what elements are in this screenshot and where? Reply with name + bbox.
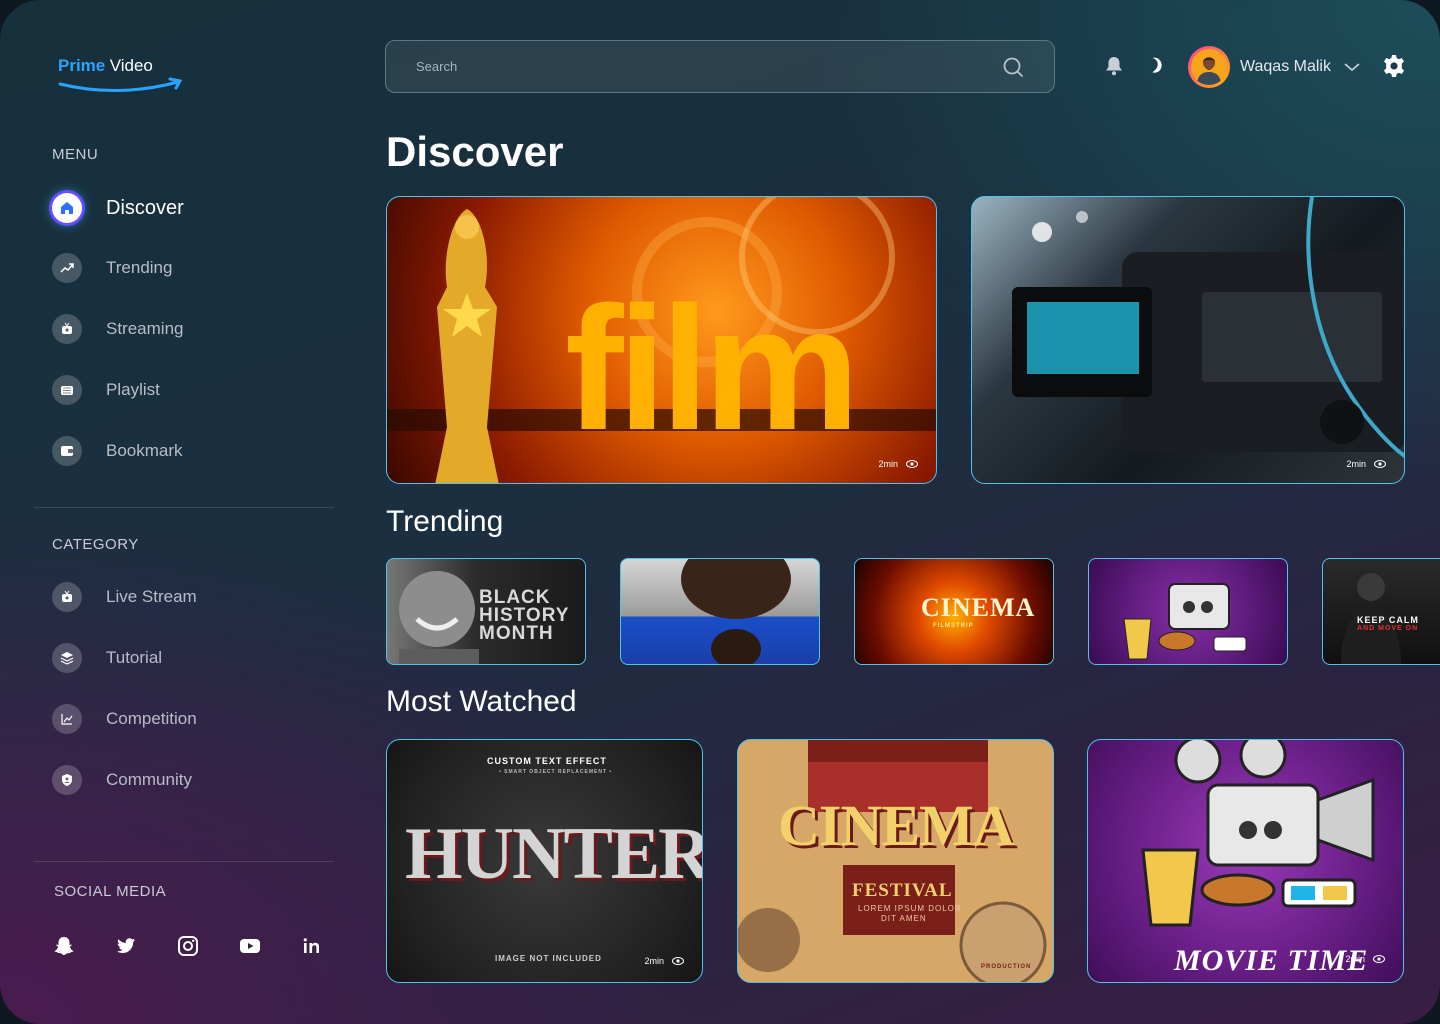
category-section-title: CATEGORY bbox=[52, 536, 139, 553]
user-menu[interactable]: Waqas Malik bbox=[1188, 46, 1361, 88]
card-subtitle-text: FESTIVAL bbox=[852, 880, 953, 901]
eye-icon bbox=[1373, 955, 1385, 963]
card-top-subtext: • SMART OBJECT REPLACEMENT • bbox=[499, 769, 613, 775]
bell-icon[interactable] bbox=[1102, 54, 1126, 78]
trending-text: BLACK HISTORY MONTH bbox=[479, 587, 570, 644]
most-watched-card-hunters[interactable]: CUSTOM TEXT EFFECT • SMART OBJECT REPLAC… bbox=[386, 739, 703, 983]
trending-card-movie-time[interactable] bbox=[1088, 558, 1288, 665]
trending-card-portrait[interactable] bbox=[620, 558, 820, 665]
card-title-text: CINEMA bbox=[778, 793, 1015, 858]
search-icon[interactable] bbox=[1002, 56, 1024, 78]
app-window: Prime Video MENU Discover Trending Strea… bbox=[0, 0, 1440, 1024]
sidebar-item-label: Competition bbox=[106, 709, 197, 728]
hero-card-camera[interactable]: 2min bbox=[971, 196, 1405, 484]
trending-projector-artwork bbox=[1123, 583, 1247, 660]
home-icon bbox=[52, 193, 82, 223]
trending-subtext: FILMSTRIP bbox=[933, 623, 974, 629]
sidebar-item-trending[interactable]: Trending bbox=[52, 253, 172, 283]
card-badge-text: PRODUCTION bbox=[981, 964, 1032, 970]
community-icon bbox=[52, 765, 82, 795]
card-meta: 2min bbox=[1345, 954, 1385, 964]
most-watched-card-cinema-festival[interactable]: CINEMA FESTIVAL LOREM IPSUM DOLOR DIT AM… bbox=[737, 739, 1054, 983]
logo-prime-text: Prime bbox=[58, 56, 106, 75]
chevron-down-icon[interactable] bbox=[1343, 61, 1361, 73]
duration-text: 2min bbox=[1346, 459, 1366, 469]
sidebar-item-discover[interactable]: Discover bbox=[52, 193, 184, 223]
linkedin-icon[interactable] bbox=[300, 934, 324, 958]
snapchat-icon[interactable] bbox=[52, 934, 76, 958]
youtube-icon[interactable] bbox=[238, 934, 262, 958]
sidebar-divider bbox=[34, 507, 334, 508]
eye-icon bbox=[672, 957, 684, 965]
trending-text: CINEMA bbox=[921, 593, 1036, 622]
sidebar-item-community[interactable]: Community bbox=[52, 765, 192, 795]
trending-text: KEEP CALM bbox=[1357, 615, 1419, 625]
trending-card-black-history[interactable]: BLACK HISTORY MONTH bbox=[386, 558, 586, 665]
card-desc-text: LOREM IPSUM DOLOR bbox=[858, 904, 962, 913]
trending-subtext: AND MOVE ON bbox=[1357, 625, 1419, 632]
sidebar-divider bbox=[34, 861, 334, 862]
bookmark-icon bbox=[52, 436, 82, 466]
card-bottom-text: IMAGE NOT INCLUDED bbox=[495, 954, 602, 963]
card-desc-text-2: DIT AMEN bbox=[881, 914, 927, 923]
sidebar-item-label: Bookmark bbox=[106, 441, 183, 460]
card-top-text: CUSTOM TEXT EFFECT bbox=[487, 756, 607, 766]
card-title-text: HUNTERS bbox=[405, 813, 702, 895]
streaming-icon bbox=[52, 314, 82, 344]
prime-video-logo[interactable]: Prime Video bbox=[58, 56, 188, 96]
hero-meta: 2min bbox=[1346, 459, 1386, 469]
amazon-smile-icon bbox=[58, 77, 183, 93]
menu-section-title: MENU bbox=[52, 146, 99, 163]
social-links bbox=[52, 934, 324, 958]
sidebar-item-label: Streaming bbox=[106, 319, 184, 338]
trending-card-keep-calm[interactable]: KEEP CALM AND MOVE ON bbox=[1322, 558, 1440, 665]
social-section-title: SOCIAL MEDIA bbox=[54, 883, 167, 900]
hero-film-text: film bbox=[565, 271, 860, 467]
sidebar-item-streaming[interactable]: Streaming bbox=[52, 314, 183, 344]
search-bar[interactable] bbox=[385, 40, 1055, 93]
avatar bbox=[1188, 46, 1230, 88]
duration-text: 2min bbox=[878, 459, 898, 469]
trending-face-artwork bbox=[681, 559, 791, 664]
sidebar-item-playlist[interactable]: Playlist bbox=[52, 375, 160, 405]
eye-icon bbox=[906, 460, 918, 468]
cinema-festival-artwork bbox=[738, 740, 1047, 982]
hero-card-film[interactable]: film 2min bbox=[386, 196, 937, 484]
competition-icon bbox=[52, 704, 82, 734]
search-input[interactable] bbox=[416, 59, 1002, 74]
most-watched-title: Most Watched bbox=[386, 685, 577, 718]
sidebar-item-label: Playlist bbox=[106, 380, 160, 399]
sidebar-item-bookmark[interactable]: Bookmark bbox=[52, 436, 183, 466]
trending-icon bbox=[52, 253, 82, 283]
sidebar-item-label: Community bbox=[106, 770, 192, 789]
eye-icon bbox=[1374, 460, 1386, 468]
trending-card-cinema[interactable]: CINEMA FILMSTRIP bbox=[854, 558, 1054, 665]
duration-text: 2min bbox=[1345, 954, 1365, 964]
sidebar-item-label: Live Stream bbox=[106, 587, 197, 606]
trending-title: Trending bbox=[386, 505, 504, 538]
most-watched-card-movie-time[interactable]: MOVIE TIME 2min bbox=[1087, 739, 1404, 983]
moon-icon[interactable] bbox=[1146, 54, 1170, 78]
instagram-icon[interactable] bbox=[176, 934, 200, 958]
sidebar-item-label: Trending bbox=[106, 258, 173, 277]
sidebar-item-label: Tutorial bbox=[106, 648, 163, 667]
live-stream-icon bbox=[52, 582, 82, 612]
twitter-icon[interactable] bbox=[114, 934, 138, 958]
playlist-icon bbox=[52, 375, 82, 405]
sidebar-item-tutorial[interactable]: Tutorial bbox=[52, 643, 162, 673]
logo-video-text: Video bbox=[109, 56, 153, 75]
hero-meta: 2min bbox=[878, 459, 918, 469]
tutorial-icon bbox=[52, 643, 82, 673]
user-name: Waqas Malik bbox=[1240, 58, 1331, 75]
sidebar-item-live-stream[interactable]: Live Stream bbox=[52, 582, 197, 612]
sidebar-item-label: Discover bbox=[106, 196, 184, 219]
gear-icon[interactable] bbox=[1382, 54, 1406, 78]
sidebar-item-competition[interactable]: Competition bbox=[52, 704, 197, 734]
card-meta: 2min bbox=[644, 956, 684, 966]
card-title-text: MOVIE TIME bbox=[1174, 944, 1369, 977]
hero-camera-artwork bbox=[1012, 197, 1404, 458]
duration-text: 2min bbox=[644, 956, 664, 966]
trending-person-artwork bbox=[1341, 573, 1401, 664]
page-title: Discover bbox=[386, 128, 564, 175]
